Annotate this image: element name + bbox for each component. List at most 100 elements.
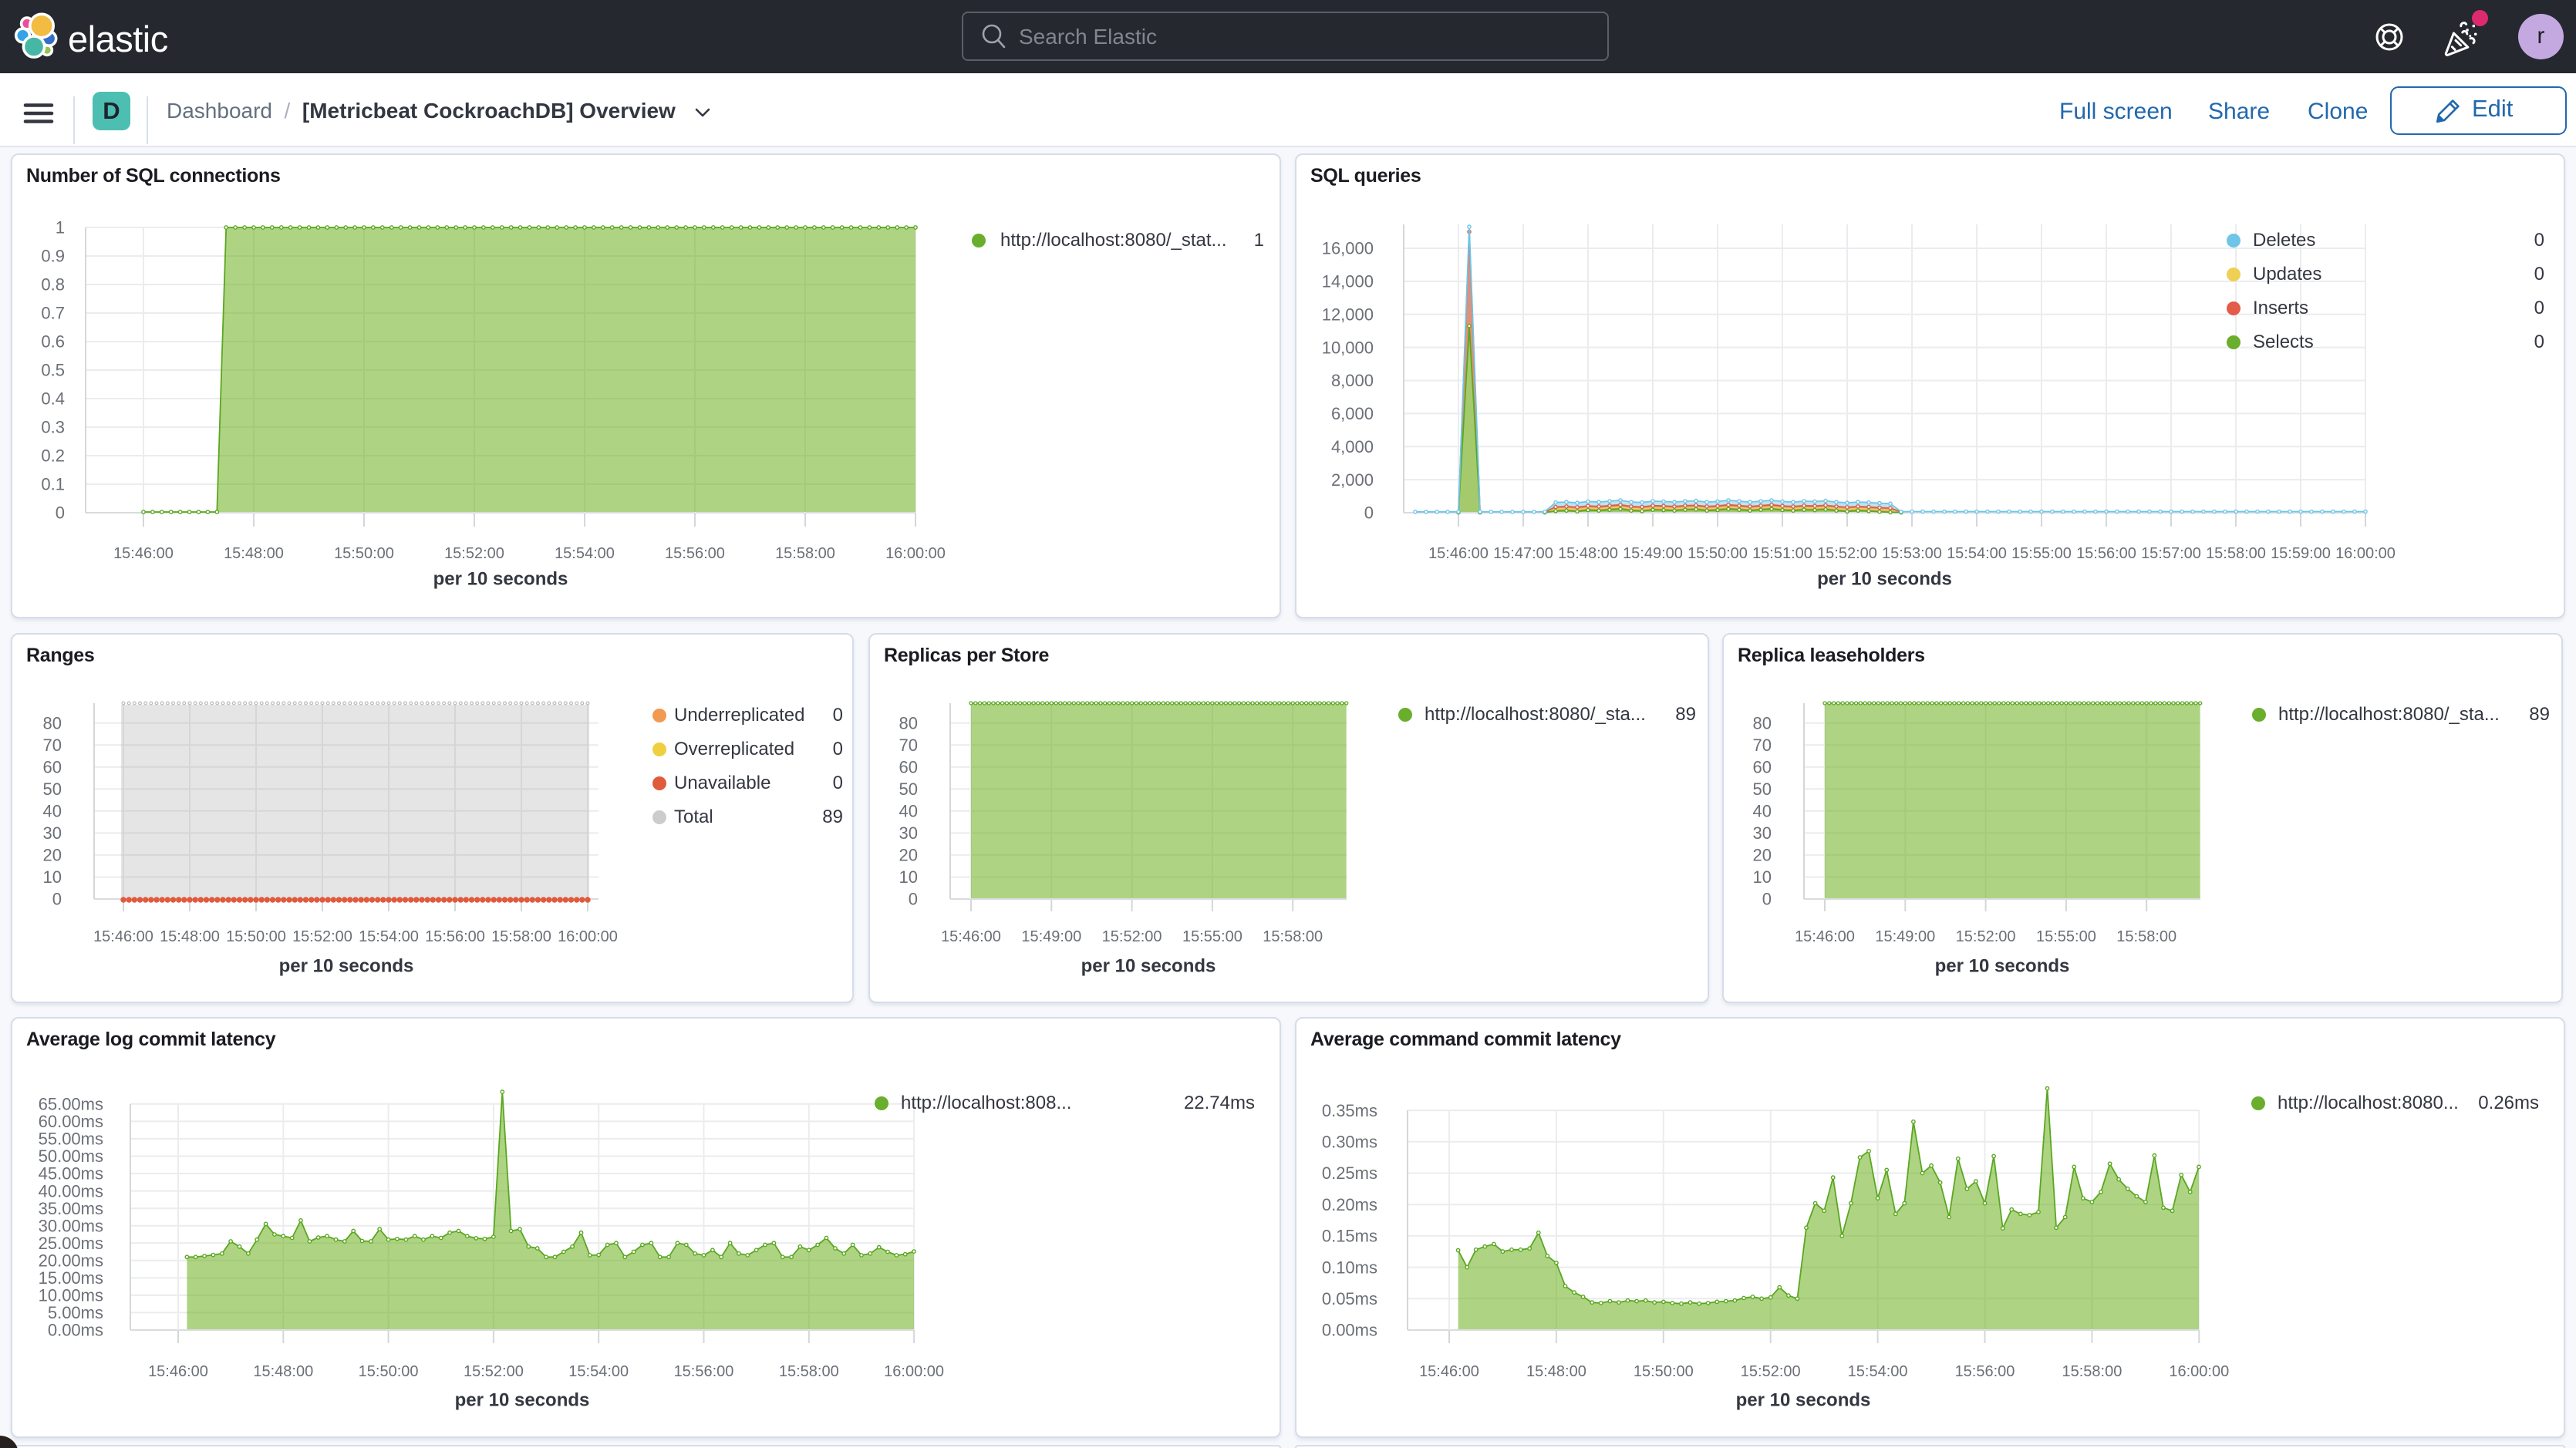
svg-text:15:55:00: 15:55:00	[1182, 928, 1242, 945]
svg-text:30: 30	[1753, 823, 1772, 843]
svg-text:15:48:00: 15:48:00	[160, 928, 220, 945]
svg-text:50: 50	[43, 780, 62, 799]
svg-text:15:58:00: 15:58:00	[2206, 545, 2266, 562]
svg-text:15:56:00: 15:56:00	[665, 545, 725, 562]
svg-text:20: 20	[899, 846, 918, 865]
svg-text:12,000: 12,000	[1322, 305, 1374, 324]
svg-text:15:58:00: 15:58:00	[2062, 1363, 2122, 1380]
svg-text:40.00ms: 40.00ms	[39, 1181, 103, 1200]
svg-text:per 10 seconds: per 10 seconds	[279, 955, 414, 976]
svg-text:0: 0	[1364, 503, 1374, 523]
svg-text:15:56:00: 15:56:00	[1955, 1363, 2015, 1380]
svg-text:70: 70	[899, 736, 918, 755]
svg-text:2,000: 2,000	[1331, 470, 1374, 490]
svg-text:20: 20	[43, 846, 62, 865]
svg-text:30.00ms: 30.00ms	[39, 1216, 103, 1235]
svg-text:15:54:00: 15:54:00	[1848, 1363, 1908, 1380]
svg-text:15:56:00: 15:56:00	[2076, 545, 2136, 562]
svg-text:10.00ms: 10.00ms	[39, 1286, 103, 1305]
svg-text:15:58:00: 15:58:00	[1263, 928, 1323, 945]
svg-text:0.9: 0.9	[41, 247, 65, 266]
svg-text:15:46:00: 15:46:00	[941, 928, 1001, 945]
svg-text:15:48:00: 15:48:00	[253, 1363, 313, 1380]
svg-text:0.00ms: 0.00ms	[1322, 1321, 1377, 1340]
svg-text:15:49:00: 15:49:00	[1875, 928, 1935, 945]
svg-text:15.00ms: 15.00ms	[39, 1268, 103, 1288]
svg-text:15:56:00: 15:56:00	[425, 928, 485, 945]
svg-text:15:57:00: 15:57:00	[2141, 545, 2201, 562]
svg-text:0: 0	[52, 890, 62, 909]
svg-text:per 10 seconds: per 10 seconds	[455, 1389, 590, 1410]
svg-text:per 10 seconds: per 10 seconds	[1935, 955, 2070, 976]
svg-text:60: 60	[899, 758, 918, 777]
svg-text:15:46:00: 15:46:00	[1795, 928, 1855, 945]
svg-text:6,000: 6,000	[1331, 404, 1374, 423]
svg-text:15:52:00: 15:52:00	[292, 928, 352, 945]
svg-text:0: 0	[1762, 890, 1772, 909]
svg-text:0.4: 0.4	[41, 389, 65, 409]
svg-text:0: 0	[56, 503, 65, 523]
svg-text:15:52:00: 15:52:00	[1956, 928, 2016, 945]
svg-text:15:48:00: 15:48:00	[224, 545, 284, 562]
svg-text:16:00:00: 16:00:00	[558, 928, 618, 945]
svg-text:10: 10	[1753, 867, 1772, 887]
svg-text:16:00:00: 16:00:00	[884, 1363, 944, 1380]
svg-text:per 10 seconds: per 10 seconds	[1817, 568, 1952, 589]
svg-text:5.00ms: 5.00ms	[48, 1303, 103, 1322]
svg-text:0.1: 0.1	[41, 475, 65, 494]
svg-text:0.30ms: 0.30ms	[1322, 1133, 1377, 1152]
svg-text:15:52:00: 15:52:00	[1741, 1363, 1801, 1380]
svg-text:35.00ms: 35.00ms	[39, 1199, 103, 1218]
svg-text:per 10 seconds: per 10 seconds	[433, 568, 568, 589]
svg-text:15:50:00: 15:50:00	[226, 928, 286, 945]
svg-text:80: 80	[899, 713, 918, 732]
svg-text:25.00ms: 25.00ms	[39, 1234, 103, 1253]
svg-text:0.2: 0.2	[41, 446, 65, 466]
svg-text:0.15ms: 0.15ms	[1322, 1227, 1377, 1246]
svg-text:60: 60	[43, 758, 62, 777]
svg-text:80: 80	[43, 713, 62, 732]
svg-text:15:46:00: 15:46:00	[148, 1363, 208, 1380]
svg-text:15:46:00: 15:46:00	[1428, 545, 1489, 562]
svg-text:30: 30	[899, 823, 918, 843]
svg-text:0.05ms: 0.05ms	[1322, 1289, 1377, 1308]
svg-text:50: 50	[1753, 780, 1772, 799]
svg-text:15:58:00: 15:58:00	[775, 545, 835, 562]
svg-text:10: 10	[43, 867, 62, 887]
svg-text:15:54:00: 15:54:00	[1947, 545, 2007, 562]
svg-text:15:49:00: 15:49:00	[1021, 928, 1081, 945]
svg-text:0: 0	[909, 890, 918, 909]
svg-text:16:00:00: 16:00:00	[2169, 1363, 2229, 1380]
svg-text:40: 40	[1753, 802, 1772, 821]
svg-text:15:50:00: 15:50:00	[359, 1363, 419, 1380]
svg-text:70: 70	[1753, 736, 1772, 755]
svg-text:15:52:00: 15:52:00	[444, 545, 504, 562]
svg-text:16,000: 16,000	[1322, 239, 1374, 258]
svg-text:15:52:00: 15:52:00	[464, 1363, 524, 1380]
svg-text:0.3: 0.3	[41, 418, 65, 437]
svg-text:15:56:00: 15:56:00	[674, 1363, 734, 1380]
svg-text:15:58:00: 15:58:00	[2116, 928, 2176, 945]
svg-text:8,000: 8,000	[1331, 371, 1374, 390]
svg-text:20: 20	[1753, 846, 1772, 865]
svg-text:15:48:00: 15:48:00	[1558, 545, 1618, 562]
svg-text:10: 10	[899, 867, 918, 887]
svg-text:45.00ms: 45.00ms	[39, 1164, 103, 1184]
svg-text:70: 70	[43, 736, 62, 755]
svg-text:80: 80	[1753, 713, 1772, 732]
svg-text:15:54:00: 15:54:00	[359, 928, 419, 945]
svg-text:15:52:00: 15:52:00	[1817, 545, 1877, 562]
svg-text:0.00ms: 0.00ms	[48, 1321, 103, 1340]
svg-text:per 10 seconds: per 10 seconds	[1736, 1389, 1871, 1410]
svg-text:60: 60	[1753, 758, 1772, 777]
svg-text:0.5: 0.5	[41, 361, 65, 380]
svg-text:16:00:00: 16:00:00	[2335, 545, 2396, 562]
svg-text:65.00ms: 65.00ms	[39, 1095, 103, 1114]
svg-text:15:50:00: 15:50:00	[1688, 545, 1748, 562]
svg-text:0.20ms: 0.20ms	[1322, 1195, 1377, 1214]
svg-text:0.8: 0.8	[41, 275, 65, 295]
svg-text:15:49:00: 15:49:00	[1623, 545, 1683, 562]
svg-text:40: 40	[899, 802, 918, 821]
svg-text:0.6: 0.6	[41, 332, 65, 352]
svg-text:55.00ms: 55.00ms	[39, 1130, 103, 1149]
